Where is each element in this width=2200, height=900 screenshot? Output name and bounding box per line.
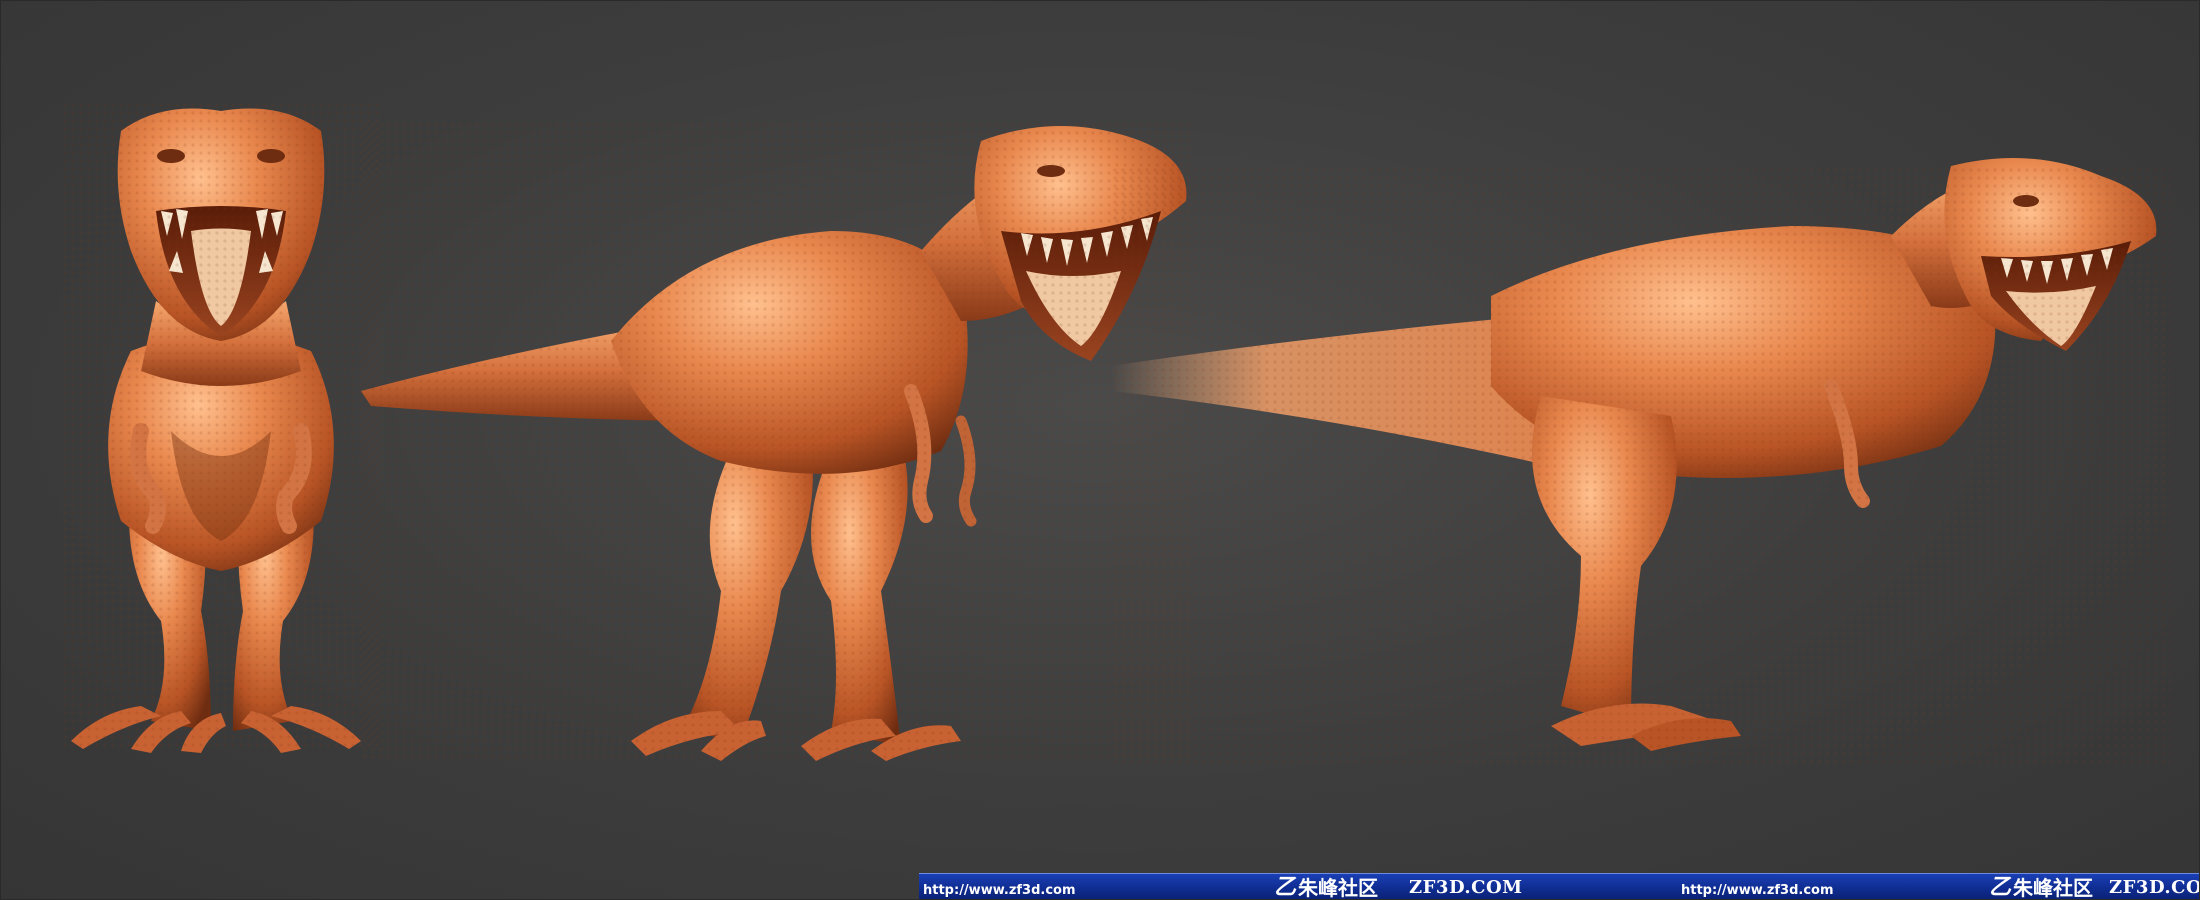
render-canvas: http://www.zf3d.com 乙 朱峰社区 ZF3D.COM http… [0, 0, 2200, 900]
watermark-logo-right: 乙 朱峰社区 [1989, 875, 2094, 900]
zf-logo-icon: 乙 [1989, 875, 2012, 900]
watermark-url-left: http://www.zf3d.com [923, 883, 1076, 898]
watermark-bar: http://www.zf3d.com 乙 朱峰社区 ZF3D.COM http… [919, 873, 2199, 900]
trex-front-view [61, 101, 381, 753]
trex-three-quarter-view [361, 121, 1191, 761]
watermark-brand-left: ZF3D.COM [1409, 877, 1523, 898]
trex-side-view [1111, 158, 2171, 766]
watermark-brand-right: ZF3D.COM [2109, 877, 2199, 898]
watermark-url-right: http://www.zf3d.com [1681, 883, 1834, 898]
watermark-logo-left: 乙 朱峰社区 [1274, 875, 1379, 900]
watermark-logo-text-right: 朱峰社区 [2013, 876, 2094, 900]
zf-logo-icon: 乙 [1274, 875, 1297, 900]
watermark-logo-text-left: 朱峰社区 [1298, 876, 1379, 900]
